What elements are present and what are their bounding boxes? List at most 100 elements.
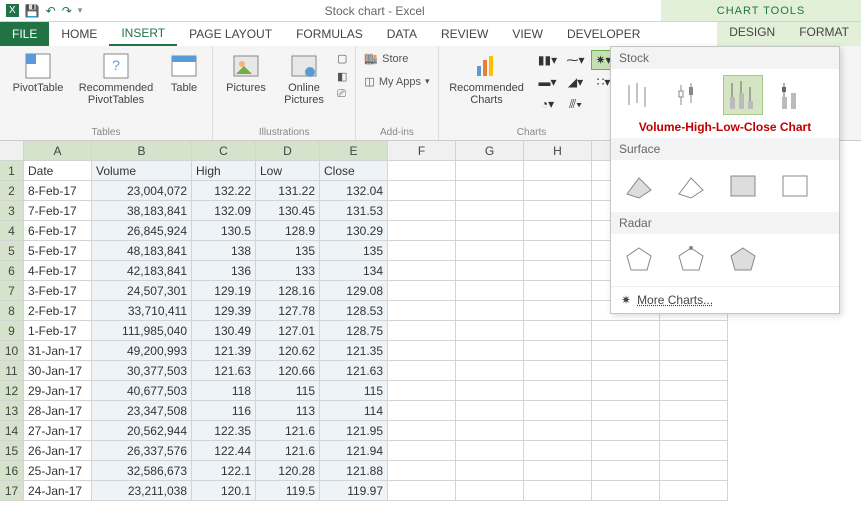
cell[interactable] (456, 341, 524, 361)
cell[interactable] (592, 341, 660, 361)
cell[interactable]: 131.22 (256, 181, 320, 201)
radar-markers-chart-icon[interactable] (671, 240, 711, 280)
cell[interactable] (456, 361, 524, 381)
cell[interactable]: 133 (256, 261, 320, 281)
row-header[interactable]: 6 (0, 261, 24, 281)
cell[interactable] (456, 201, 524, 221)
cell[interactable] (456, 241, 524, 261)
line-chart-button[interactable]: ⁓▾ (563, 50, 589, 70)
recommended-pivottables-button[interactable]: ? Recommended PivotTables (76, 50, 156, 106)
cell[interactable]: 24,507,301 (92, 281, 192, 301)
cell[interactable] (660, 401, 728, 421)
cell[interactable] (388, 481, 456, 501)
undo-icon[interactable]: ↶ (46, 4, 56, 18)
row-header[interactable]: 15 (0, 441, 24, 461)
select-all-corner[interactable] (0, 141, 24, 161)
tab-review[interactable]: REVIEW (429, 22, 500, 46)
cell[interactable]: 122.1 (192, 461, 256, 481)
recommended-charts-button[interactable]: Recommended Charts (447, 50, 527, 114)
cell[interactable] (388, 201, 456, 221)
cell[interactable]: 132.22 (192, 181, 256, 201)
cell[interactable]: 32,586,673 (92, 461, 192, 481)
cell[interactable] (388, 221, 456, 241)
cell[interactable]: 129.39 (192, 301, 256, 321)
cell[interactable]: 120.28 (256, 461, 320, 481)
cell[interactable] (592, 321, 660, 341)
volume-high-low-close-chart-icon[interactable] (723, 75, 763, 115)
qat-dropdown-icon[interactable]: ▾ (78, 5, 83, 16)
pie-chart-button[interactable]: ◔▾ (535, 94, 561, 114)
column-chart-button[interactable]: ▮▮▾ (535, 50, 561, 70)
cell[interactable]: 121.6 (256, 421, 320, 441)
cell[interactable]: 111,985,040 (92, 321, 192, 341)
tab-page-layout[interactable]: PAGE LAYOUT (177, 22, 284, 46)
cell[interactable]: 23,347,508 (92, 401, 192, 421)
cell[interactable]: 115 (320, 381, 388, 401)
row-header[interactable]: 16 (0, 461, 24, 481)
cell[interactable]: 4-Feb-17 (24, 261, 92, 281)
cell[interactable] (388, 161, 456, 181)
tab-insert[interactable]: INSERT (109, 22, 177, 46)
column-header[interactable]: H (524, 141, 592, 161)
cell[interactable] (660, 321, 728, 341)
cell[interactable] (456, 301, 524, 321)
tab-format[interactable]: FORMAT (787, 22, 861, 46)
cell[interactable]: 136 (192, 261, 256, 281)
cell[interactable]: 128.75 (320, 321, 388, 341)
cell[interactable]: 121.94 (320, 441, 388, 461)
cell[interactable]: 121.63 (320, 361, 388, 381)
cell[interactable]: 30,377,503 (92, 361, 192, 381)
column-header[interactable]: A (24, 141, 92, 161)
cell[interactable]: 49,200,993 (92, 341, 192, 361)
cell[interactable] (524, 301, 592, 321)
pictures-button[interactable]: Pictures (221, 50, 271, 106)
cell[interactable]: 40,677,503 (92, 381, 192, 401)
cell[interactable]: 7-Feb-17 (24, 201, 92, 221)
row-header[interactable]: 17 (0, 481, 24, 501)
save-icon[interactable]: 💾 (25, 4, 40, 18)
cell[interactable] (524, 161, 592, 181)
cell[interactable]: 26,337,576 (92, 441, 192, 461)
row-header[interactable]: 4 (0, 221, 24, 241)
column-header[interactable]: C (192, 141, 256, 161)
cell[interactable]: 42,183,841 (92, 261, 192, 281)
cell[interactable]: 120.62 (256, 341, 320, 361)
cell[interactable] (524, 261, 592, 281)
cell[interactable] (592, 361, 660, 381)
cell[interactable]: 128.53 (320, 301, 388, 321)
cell[interactable]: 115 (256, 381, 320, 401)
cell[interactable]: 23,211,038 (92, 481, 192, 501)
cell[interactable] (592, 401, 660, 421)
tab-developer[interactable]: DEVELOPER (555, 22, 652, 46)
cell[interactable]: 113 (256, 401, 320, 421)
radar-chart-icon[interactable] (619, 240, 659, 280)
cell[interactable] (524, 241, 592, 261)
row-header[interactable]: 2 (0, 181, 24, 201)
cell[interactable] (660, 441, 728, 461)
row-header[interactable]: 3 (0, 201, 24, 221)
cell[interactable] (524, 421, 592, 441)
row-header[interactable]: 1 (0, 161, 24, 181)
cell[interactable] (456, 221, 524, 241)
cell[interactable]: 122.35 (192, 421, 256, 441)
cell[interactable]: 1-Feb-17 (24, 321, 92, 341)
surface-3d-chart-icon[interactable] (619, 166, 659, 206)
cell[interactable] (592, 481, 660, 501)
cell[interactable]: 135 (256, 241, 320, 261)
cell[interactable]: 132.04 (320, 181, 388, 201)
cell[interactable]: 48,183,841 (92, 241, 192, 261)
cell[interactable]: 130.29 (320, 221, 388, 241)
cell[interactable] (388, 361, 456, 381)
cell[interactable] (524, 441, 592, 461)
cell[interactable]: 121.95 (320, 421, 388, 441)
cell[interactable]: 8-Feb-17 (24, 181, 92, 201)
myapps-button[interactable]: ◫My Apps▾ (364, 73, 429, 90)
cell[interactable]: 120.66 (256, 361, 320, 381)
cell[interactable] (524, 381, 592, 401)
cell[interactable]: 26-Jan-17 (24, 441, 92, 461)
high-low-close-chart-icon[interactable] (619, 75, 659, 115)
cell[interactable] (456, 281, 524, 301)
cell[interactable] (388, 381, 456, 401)
row-header[interactable]: 8 (0, 301, 24, 321)
cell[interactable]: 122.44 (192, 441, 256, 461)
